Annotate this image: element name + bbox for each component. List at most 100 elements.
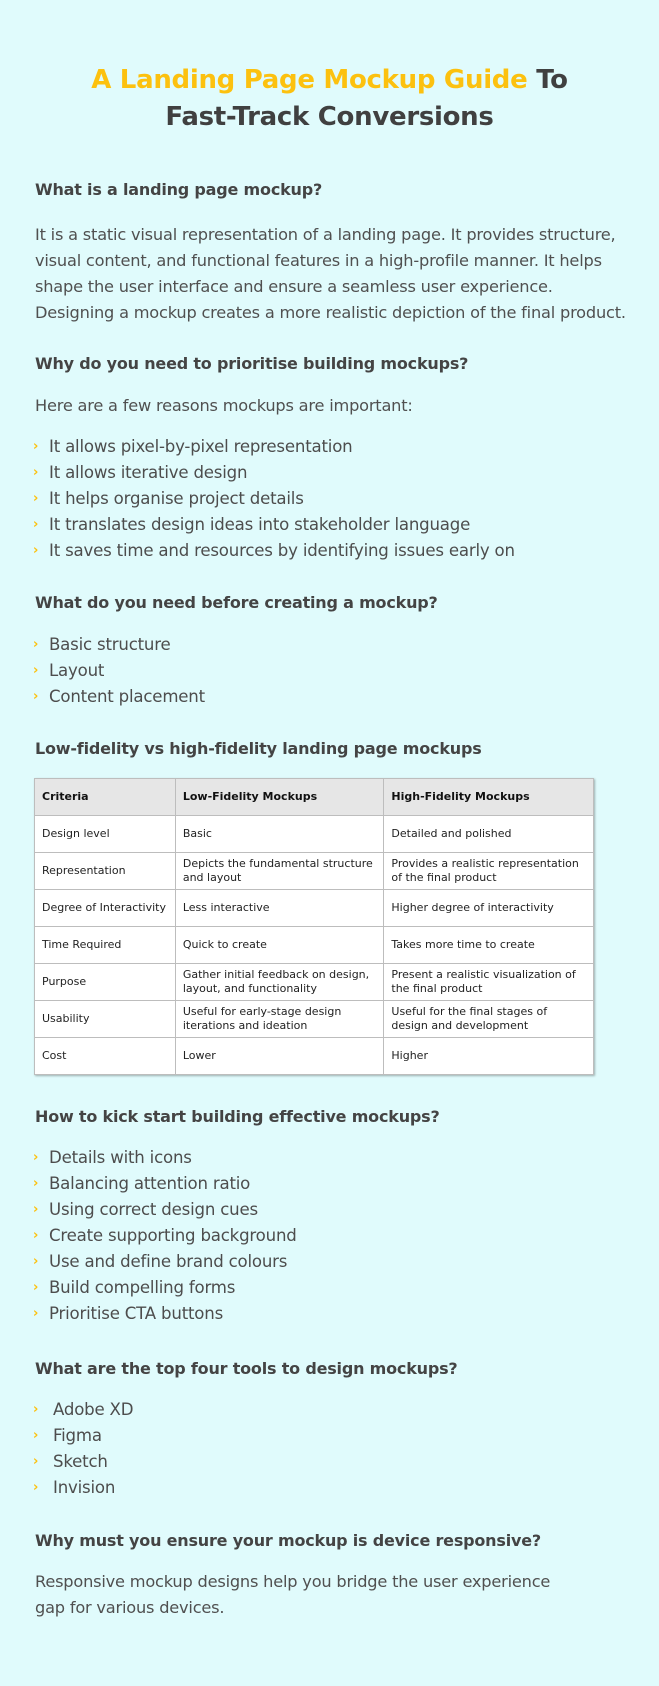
heading-comparison: Low-fidelity vs high-fidelity landing pa… (35, 739, 482, 758)
table-row: Representation Depicts the fundamental st… (34, 852, 594, 890)
column-header: Low-Fidelity Mockups (174, 778, 385, 816)
table-row: Degree of Interactivity Less interactive H… (34, 889, 594, 927)
chevron-right-icon: › (33, 663, 39, 678)
criteria-cell: Representation (34, 852, 176, 890)
criteria-cell: Degree of Interactivity (34, 889, 176, 927)
responsive-body-line2: gap for various devices. (35, 1598, 225, 1617)
chevron-right-icon: › (33, 1402, 39, 1417)
list-item: › Sketch (33, 1449, 133, 1475)
low-fidelity-cell: Basic (174, 815, 385, 853)
title-line2: Fast-Track Conversions (165, 102, 494, 132)
list-item: › Prioritise CTA buttons (33, 1301, 297, 1327)
chevron-right-icon: › (33, 1254, 39, 1269)
list-item: › It allows iterative design (33, 460, 515, 486)
comparison-table: Criteria Low-Fidelity Mockups High-Fidel… (34, 778, 594, 1075)
low-fidelity-cell: Lower (174, 1037, 385, 1075)
chevron-right-icon: › (33, 637, 39, 652)
what-is-body: It is a static visual representation of … (35, 225, 626, 322)
list-item-text: Prioritise CTA buttons (49, 1304, 224, 1323)
criteria-cell: Design level (34, 815, 176, 853)
table-row: Design level Basic Detailed and polished (34, 815, 594, 853)
high-fidelity-cell: Provides a realistic representation of t… (383, 852, 594, 890)
chevron-right-icon: › (33, 465, 39, 480)
chevron-right-icon: › (33, 1202, 39, 1217)
high-fidelity-cell: Detailed and polished (383, 815, 594, 853)
list-item: › It helps organise project details (33, 486, 515, 512)
list-item: › Invision (33, 1475, 133, 1501)
list-item: › Adobe XD (33, 1397, 134, 1423)
title-rest: To (527, 65, 568, 95)
criteria-cell: Cost (34, 1037, 176, 1075)
chevron-right-icon: › (33, 1428, 39, 1443)
before-creating-list: › Basic structure › Layout › Content placemen… (33, 632, 205, 710)
table-row: Cost Lower Higher (34, 1037, 594, 1075)
low-fidelity-cell: Gather initial feedback on design, layou… (174, 963, 385, 1001)
list-item-text: Build compelling forms (49, 1278, 236, 1297)
low-fidelity-cell: Less interactive (174, 889, 385, 927)
high-fidelity-cell: Takes more time to create (383, 926, 594, 964)
chevron-right-icon: › (33, 491, 39, 506)
high-fidelity-cell: Useful for the final stages of design an… (383, 1000, 594, 1038)
list-item: › It saves time and resources by identify… (33, 538, 515, 564)
list-item-text: Create supporting background (49, 1226, 297, 1245)
high-fidelity-cell: Higher degree of interactivity (383, 889, 594, 927)
list-item: › Create supporting background (33, 1223, 297, 1249)
list-item-text: Balancing attention ratio (49, 1174, 251, 1193)
list-item-text: It translates design ideas into stakehol… (49, 515, 471, 534)
list-item: › Layout (33, 658, 205, 684)
chevron-right-icon: › (33, 517, 39, 532)
list-item-text: It helps organise project details (49, 489, 304, 508)
why-prioritise-intro: Here are a few reasons mockups are impor… (35, 396, 413, 415)
list-item-text: Details with icons (49, 1148, 192, 1167)
list-item-text: It saves time and resources by identifyi… (49, 541, 515, 560)
column-header: High-Fidelity Mockups (383, 778, 594, 816)
table-row: Usability Useful for early-stage design i… (34, 1000, 594, 1038)
list-item: › Figma (33, 1423, 133, 1449)
list-item-text: Content placement (49, 687, 205, 706)
chevron-right-icon: › (33, 1280, 39, 1295)
list-item-text: It allows pixel-by-pixel representation (49, 437, 353, 456)
why-prioritise-list: › It allows pixel-by-pixel representation… (33, 434, 515, 564)
list-item: › Build compelling forms (33, 1275, 297, 1301)
chevron-right-icon: › (33, 1176, 39, 1191)
heading-tools: What are the top four tools to design mo… (35, 1359, 458, 1378)
list-item-text: Invision (53, 1478, 116, 1497)
list-item: › Using correct design cues (33, 1197, 297, 1223)
criteria-cell: Usability (34, 1000, 176, 1038)
criteria-cell: Time Required (34, 926, 176, 964)
heading-kick-start: How to kick start building effective moc… (35, 1107, 440, 1126)
list-item: › Details with icons (33, 1145, 297, 1171)
heading-responsive: Why must you ensure your mockup is devic… (35, 1531, 541, 1550)
table-row: Purpose Gather initial feedback on design… (34, 963, 594, 1001)
chevron-right-icon: › (33, 1306, 39, 1321)
list-item: › It translates design ideas into stakeho… (33, 512, 515, 538)
list-item: › Basic structure (33, 632, 205, 658)
list-item-text: Figma (53, 1426, 102, 1445)
list-item: › Use and define brand colours (33, 1249, 297, 1275)
list-item: › Balancing attention ratio (33, 1171, 297, 1197)
high-fidelity-cell: Higher (383, 1037, 594, 1075)
low-fidelity-cell: Depicts the fundamental structure and la… (174, 852, 385, 890)
chevron-right-icon: › (33, 1150, 39, 1165)
kick-start-list: › Details with icons › Balancing attention … (33, 1145, 297, 1327)
list-item: › It allows pixel-by-pixel representation (33, 434, 515, 460)
high-fidelity-cell: Present a realistic visualization of the… (383, 963, 594, 1001)
list-item-text: Use and define brand colours (49, 1252, 288, 1271)
chevron-right-icon: › (33, 439, 39, 454)
criteria-cell: Purpose (34, 963, 176, 1001)
responsive-body: Responsive mockup designs help you bridg… (35, 1569, 550, 1621)
heading-what-is: What is a landing page mockup? (35, 180, 323, 199)
chevron-right-icon: › (33, 1228, 39, 1243)
responsive-body-line1: Responsive mockup designs help you bridg… (35, 1572, 551, 1591)
title-accent: A Landing Page Mockup Guide (91, 65, 528, 95)
table-header-row: Criteria Low-Fidelity Mockups High-Fidel… (34, 778, 594, 816)
low-fidelity-cell: Quick to create (174, 926, 385, 964)
table-row: Time Required Quick to create Takes more t… (34, 926, 594, 964)
chevron-right-icon: › (33, 1454, 39, 1469)
list-item-text: Sketch (53, 1452, 108, 1471)
list-item-text: Adobe XD (53, 1400, 134, 1419)
chevron-right-icon: › (33, 689, 39, 704)
list-item-text: It allows iterative design (49, 463, 248, 482)
page-title: A Landing Page Mockup Guide To Fast-Trac… (0, 62, 659, 136)
list-item: › Content placement (33, 684, 205, 710)
